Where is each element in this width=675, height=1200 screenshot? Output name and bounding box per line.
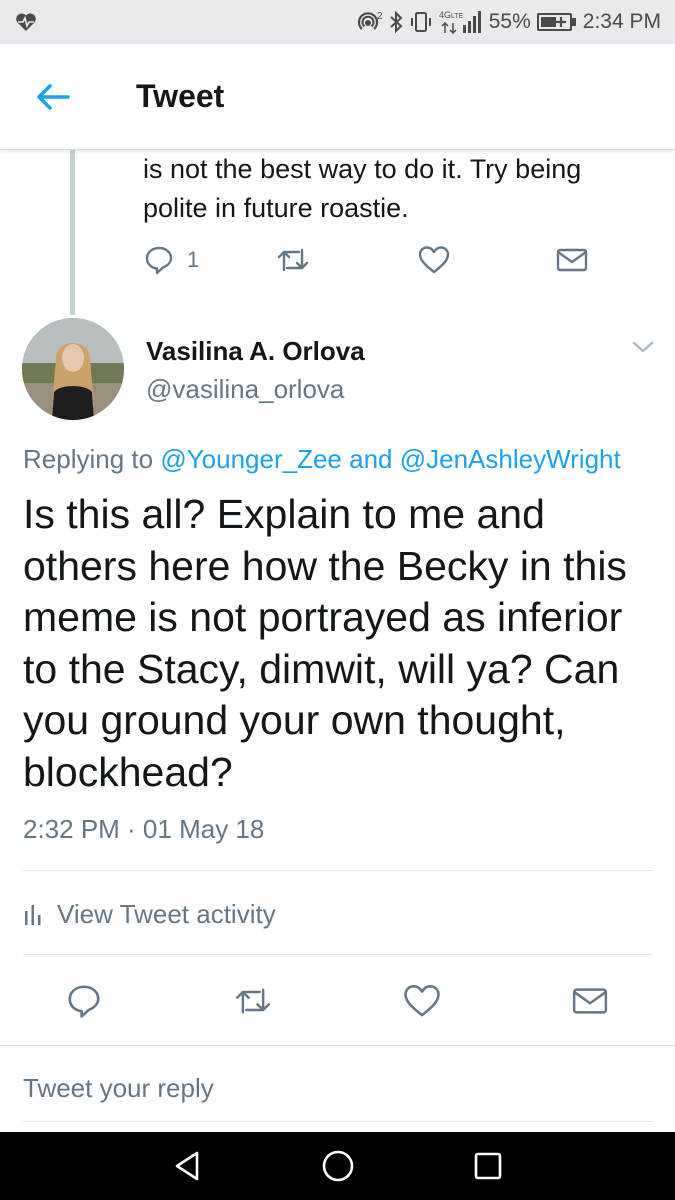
previous-tweet-text: is not the best way to do it. Try being … [143,150,653,228]
author-name[interactable]: Vasilina A. Orlova [146,336,365,367]
author-handle[interactable]: @vasilina_orlova [146,374,344,405]
divider [23,870,653,871]
svg-text:2: 2 [377,11,383,22]
signal-icon: 4G LTE [439,9,483,35]
back-button[interactable] [30,78,76,116]
svg-text:LTE: LTE [451,13,464,20]
replying-prefix: Replying to [23,444,161,474]
hotspot-icon: 2 [357,10,383,34]
status-indicators: 2 4G LTE 55% 2:34 PM [357,8,661,36]
reply-composer-input[interactable]: Tweet your reply [23,1073,214,1104]
reply-button[interactable]: 1 [143,240,199,280]
svg-text:4G: 4G [439,10,451,20]
replying-and: and [341,444,400,474]
tweet-actions [0,975,675,1025]
envelope-icon [572,988,608,1014]
circle-home-icon [322,1150,354,1182]
activity-label: View Tweet activity [57,898,276,929]
previous-tweet-line: polite in future roastie. [143,193,409,223]
bar-chart-icon [25,905,41,925]
nav-back-button[interactable] [168,1146,208,1186]
tweet-text: Is this all? Explain to me and others he… [23,489,663,798]
triangle-back-icon [175,1151,199,1181]
replying-to: Replying to @Younger_Zee and @JenAshleyW… [23,444,621,475]
tweet-text-line: blockhead? [23,748,233,795]
direct-message-button[interactable] [555,240,589,280]
envelope-icon [556,248,588,272]
thread-connector [70,150,75,315]
battery-level: 55% [488,10,531,33]
retweet-button[interactable] [275,240,311,280]
divider [23,954,653,955]
reply-icon [68,985,100,1018]
nav-home-button[interactable] [318,1146,358,1186]
retweet-icon [277,248,309,272]
battery-icon [536,11,577,33]
status-bar: 2 4G LTE 55% 2:34 PM [0,0,675,44]
vibrate-icon [409,10,433,34]
retweet-button[interactable] [231,979,275,1023]
heart-icon [418,246,450,274]
reply-button[interactable] [62,979,106,1023]
previous-tweet-line: is not the best way to do it. Try being [143,154,582,184]
nav-recents-button[interactable] [468,1146,508,1186]
divider [0,1045,675,1046]
reply-count: 1 [187,247,200,272]
previous-tweet-actions: 1 [143,240,603,280]
bluetooth-icon [389,10,403,34]
mention-link[interactable]: @JenAshleyWright [400,444,621,474]
system-navigation-bar [0,1132,675,1200]
direct-message-button[interactable] [568,979,612,1023]
view-tweet-activity-button[interactable]: View Tweet activity [23,894,276,934]
heart-pulse-icon [14,10,38,34]
tweet-text-line: to the Stacy, dimwit, will ya? Can [23,645,620,692]
page-title: Tweet [136,78,225,114]
arrow-left-icon [37,84,70,110]
tweet-timestamp: 2:32 PM · 01 May 18 [23,814,265,844]
mention-link[interactable]: @Younger_Zee [160,444,342,474]
like-button[interactable] [417,240,451,280]
clock: 2:34 PM [582,10,661,33]
chevron-down-icon[interactable] [628,334,658,360]
tweet-text-line: Is this all? Explain to me and [23,491,545,537]
tweet-text-line: meme is not portrayed as inferior [23,594,623,640]
composer-underline [23,1121,653,1122]
reply-icon [145,246,173,275]
retweet-icon [236,988,270,1014]
heart-icon [404,985,440,1017]
tweet-text-line: you ground your own thought, [23,697,566,743]
like-button[interactable] [400,979,444,1023]
tweet-text-line: others here how the Becky in this [23,542,627,589]
avatar[interactable] [22,318,124,420]
app-header: Tweet [0,44,675,150]
square-recents-icon [474,1152,502,1180]
